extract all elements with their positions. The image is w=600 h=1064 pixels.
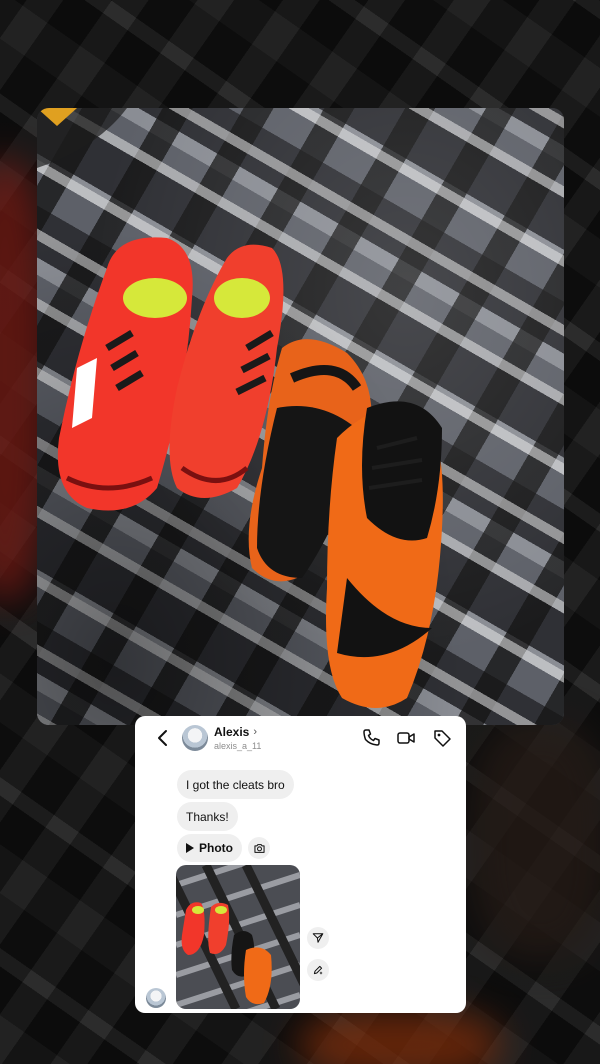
message-bubble[interactable]: Thanks! bbox=[177, 802, 238, 831]
message-bubble[interactable]: I got the cleats bro bbox=[177, 770, 294, 799]
phone-icon[interactable] bbox=[361, 728, 381, 748]
sender-avatar bbox=[146, 988, 166, 1008]
back-chevron-icon[interactable] bbox=[153, 728, 173, 748]
avatar[interactable] bbox=[182, 725, 208, 751]
cleats-illustration bbox=[37, 108, 443, 708]
nike-cleat-front bbox=[326, 401, 443, 708]
contact-name: Alexis bbox=[214, 725, 250, 739]
share-button[interactable] bbox=[307, 927, 329, 949]
photo-thumbnail-image bbox=[176, 865, 300, 1009]
tag-icon[interactable] bbox=[432, 728, 452, 748]
photo-thumbnail[interactable] bbox=[176, 865, 300, 1009]
chevron-right-icon: › bbox=[253, 726, 258, 738]
camera-icon bbox=[253, 843, 265, 853]
send-icon bbox=[312, 933, 324, 943]
shared-photo[interactable] bbox=[37, 108, 564, 725]
photo-media-label[interactable]: Photo bbox=[177, 834, 242, 862]
play-icon bbox=[186, 843, 194, 853]
dm-header: Alexis › alexis_a_11 bbox=[135, 716, 466, 760]
photo-label-text: Photo bbox=[199, 841, 233, 855]
pencil-sparkle-icon bbox=[313, 965, 323, 975]
video-camera-icon[interactable] bbox=[396, 728, 416, 748]
edit-button[interactable] bbox=[307, 959, 329, 981]
contact-name-row[interactable]: Alexis › bbox=[214, 725, 257, 739]
contact-handle: alexis_a_11 bbox=[214, 741, 262, 751]
camera-button[interactable] bbox=[248, 837, 270, 859]
